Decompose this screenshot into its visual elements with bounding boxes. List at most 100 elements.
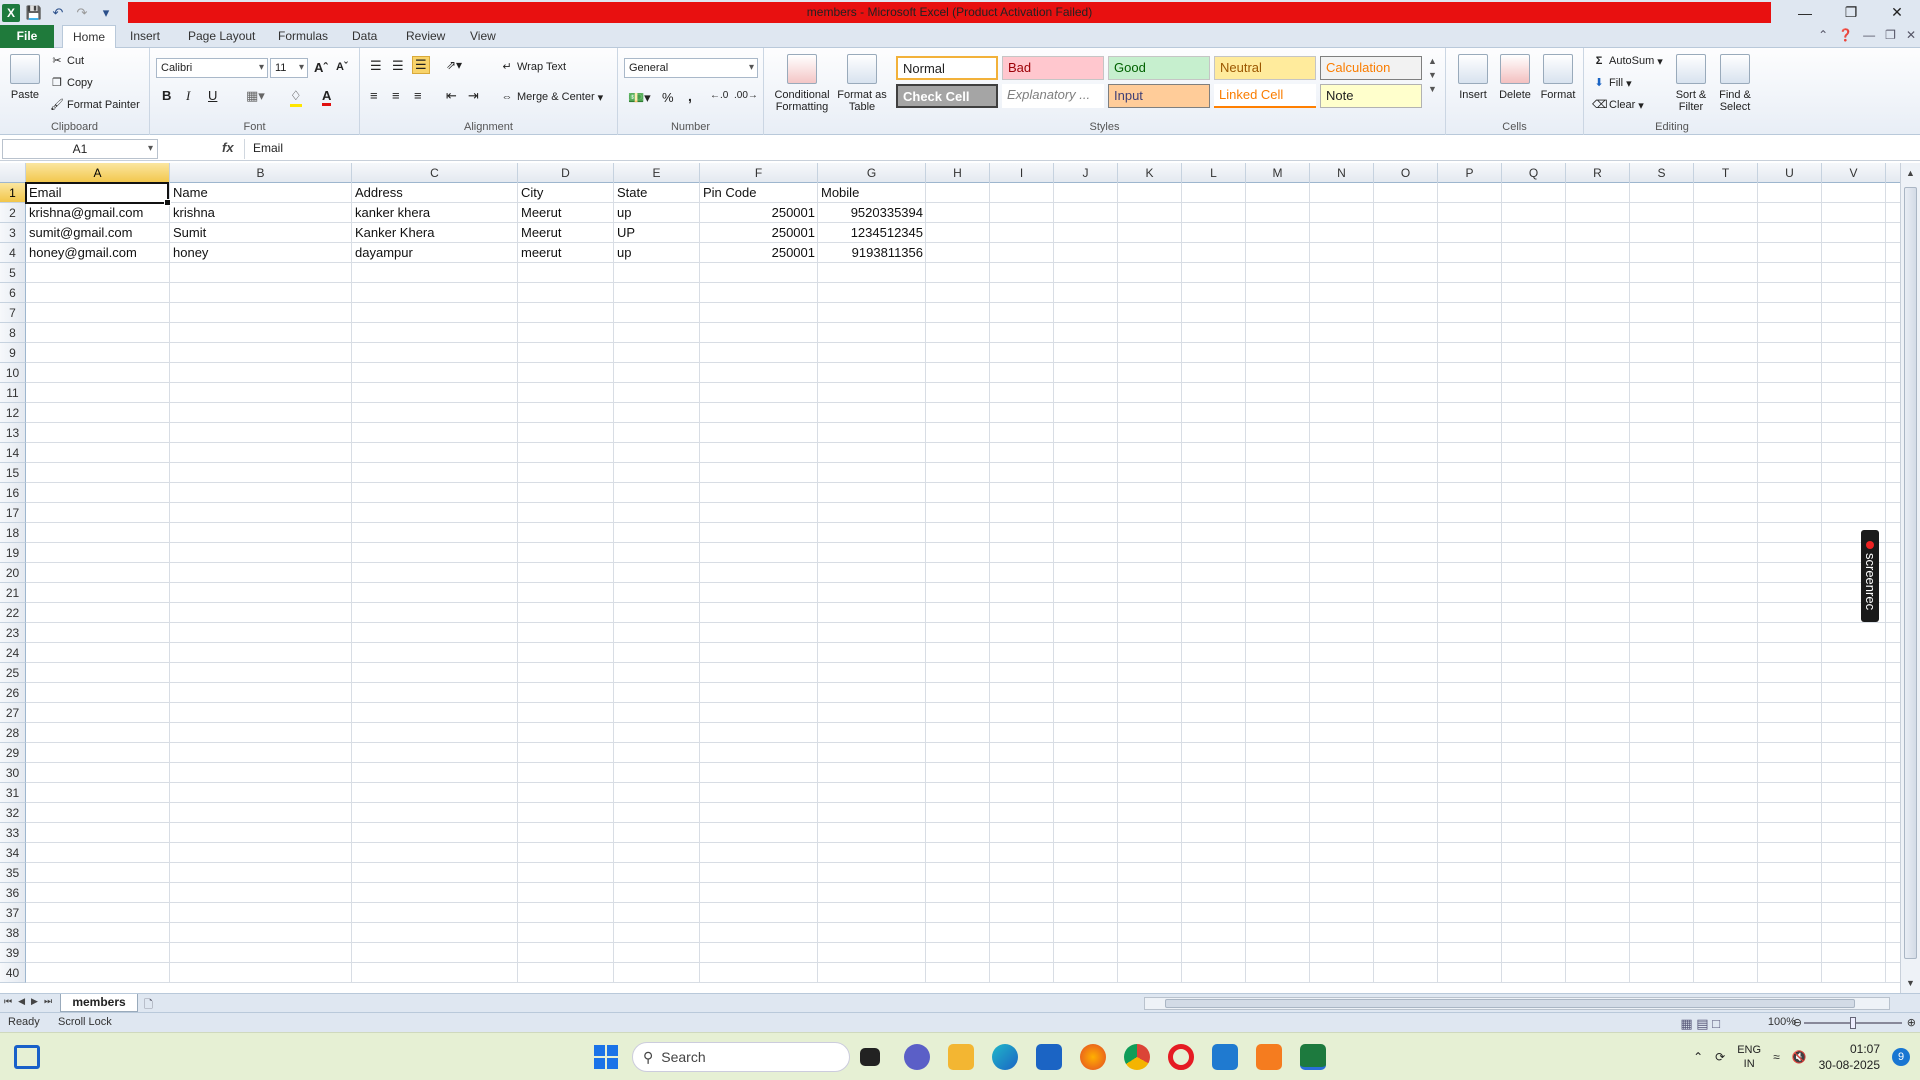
font-name-select[interactable]: Calibri [156, 58, 268, 78]
autosum-button[interactable]: Σ AutoSum ▾ [1592, 54, 1663, 68]
style-neutral[interactable]: Neutral [1214, 56, 1316, 80]
shrink-font-icon[interactable]: Aˇ [336, 61, 348, 73]
align-bottom-icon[interactable]: ☰ [412, 56, 430, 74]
data-cell[interactable]: UP [614, 223, 700, 243]
header-cell[interactable]: State [614, 183, 700, 203]
header-cell[interactable]: Pin Code [700, 183, 818, 203]
fill-button[interactable]: ⬇ Fill ▾ [1592, 76, 1631, 90]
style-note[interactable]: Note [1320, 84, 1422, 108]
speaker-muted-icon[interactable]: 🔇 [1792, 1050, 1807, 1064]
column-header[interactable]: F [700, 163, 818, 183]
underline-button[interactable]: U [208, 88, 217, 103]
clock[interactable]: 01:07 30-08-2025 [1819, 1041, 1880, 1073]
style-bad[interactable]: Bad [1002, 56, 1104, 80]
file-explorer-icon[interactable] [948, 1044, 974, 1070]
style-good[interactable]: Good [1108, 56, 1210, 80]
scroll-up-icon[interactable]: ▲ [1904, 167, 1917, 179]
style-calculation[interactable]: Calculation [1320, 56, 1422, 80]
increase-decimal-icon[interactable]: ←.0 [710, 90, 728, 101]
number-format-select[interactable]: General [624, 58, 758, 78]
undo-icon[interactable]: ↶ [48, 3, 68, 23]
row-header[interactable]: 8 [0, 323, 26, 343]
data-cell[interactable]: 250001 [700, 243, 818, 263]
currency-icon[interactable]: 💵▾ [628, 90, 651, 106]
style-normal[interactable]: Normal [896, 56, 998, 80]
row-header[interactable]: 22 [0, 603, 26, 623]
prev-sheet-icon[interactable]: ◀ [18, 996, 25, 1007]
grow-font-icon[interactable]: Aˆ [314, 60, 328, 75]
windows-start-icon[interactable] [594, 1045, 618, 1069]
data-cell[interactable]: honey@gmail.com [26, 243, 170, 263]
decrease-decimal-icon[interactable]: .00→ [734, 90, 758, 101]
row-header[interactable]: 1 [0, 183, 26, 203]
vertical-scroll-thumb[interactable] [1904, 187, 1917, 959]
column-header[interactable]: Q [1502, 163, 1566, 183]
row-header[interactable]: 15 [0, 463, 26, 483]
column-header[interactable]: E [614, 163, 700, 183]
row-header[interactable]: 12 [0, 403, 26, 423]
wifi-icon[interactable]: ≈ [1773, 1050, 1780, 1064]
sync-icon[interactable]: ⟳ [1715, 1050, 1725, 1064]
comma-button[interactable]: , [688, 88, 692, 104]
column-header[interactable]: G [818, 163, 926, 183]
minimize-ribbon-icon[interactable]: ⌃ [1818, 28, 1828, 42]
opera-icon[interactable] [1168, 1044, 1194, 1070]
minimize-icon[interactable]: — [1782, 0, 1828, 25]
row-header[interactable]: 4 [0, 243, 26, 263]
data-cell[interactable]: krishna@gmail.com [26, 203, 170, 223]
percent-button[interactable]: % [662, 90, 674, 105]
italic-button[interactable]: I [186, 88, 190, 104]
row-header[interactable]: 7 [0, 303, 26, 323]
row-header[interactable]: 27 [0, 703, 26, 723]
row-header[interactable]: 38 [0, 923, 26, 943]
xampp-icon[interactable] [1256, 1044, 1282, 1070]
row-header[interactable]: 19 [0, 543, 26, 563]
row-header[interactable]: 20 [0, 563, 26, 583]
notification-badge[interactable]: 9 [1892, 1048, 1910, 1066]
doc-close-icon[interactable]: ✕ [1906, 28, 1916, 42]
taskbar-search[interactable]: ⚲ Search [632, 1042, 850, 1072]
tab-home[interactable]: Home [62, 25, 117, 49]
row-header[interactable]: 14 [0, 443, 26, 463]
data-cell[interactable]: dayampur [352, 243, 518, 263]
data-cell[interactable]: 9193811356 [818, 243, 926, 263]
teams-chat-icon[interactable] [904, 1044, 930, 1070]
doc-restore-icon[interactable]: ❐ [1885, 28, 1896, 42]
row-header[interactable]: 33 [0, 823, 26, 843]
column-header[interactable]: D [518, 163, 614, 183]
column-header[interactable]: H [926, 163, 990, 183]
data-cell[interactable]: Kanker Khera [352, 223, 518, 243]
column-header[interactable]: O [1374, 163, 1438, 183]
view-buttons-icon[interactable]: ▦ ▤ □ [1680, 1016, 1720, 1032]
customize-qat-icon[interactable]: ▾ [96, 3, 116, 23]
formula-input[interactable]: Email [244, 139, 1904, 159]
zoom-slider-knob[interactable] [1850, 1017, 1856, 1029]
row-header[interactable]: 24 [0, 643, 26, 663]
bold-button[interactable]: B [162, 88, 171, 103]
doc-minimize-icon[interactable]: — [1863, 28, 1875, 42]
row-header[interactable]: 16 [0, 483, 26, 503]
align-right-icon[interactable]: ≡ [414, 88, 422, 103]
next-sheet-icon[interactable]: ▶ [31, 996, 38, 1007]
data-cell[interactable]: Meerut [518, 203, 614, 223]
data-cell[interactable]: meerut [518, 243, 614, 263]
style-input[interactable]: Input [1108, 84, 1210, 108]
language-indicator[interactable]: ENG IN [1737, 1043, 1761, 1071]
data-cell[interactable]: krishna [170, 203, 352, 223]
sheet-tab-members[interactable]: members [60, 994, 138, 1012]
column-header[interactable]: S [1630, 163, 1694, 183]
column-header[interactable]: U [1758, 163, 1822, 183]
column-header[interactable]: M [1246, 163, 1310, 183]
first-sheet-icon[interactable]: ⏮ [4, 996, 12, 1007]
firefox-icon[interactable] [1080, 1044, 1106, 1070]
row-header[interactable]: 6 [0, 283, 26, 303]
column-header[interactable]: K [1118, 163, 1182, 183]
tab-review[interactable]: Review [396, 25, 455, 48]
data-cell[interactable]: sumit@gmail.com [26, 223, 170, 243]
fill-color-icon[interactable]: ♢ [290, 88, 302, 107]
format-painter-button[interactable]: 🖌 Format Painter [50, 98, 140, 112]
row-header[interactable]: 3 [0, 223, 26, 243]
tab-view[interactable]: View [460, 25, 506, 48]
select-all-corner[interactable] [0, 163, 26, 183]
tab-formulas[interactable]: Formulas [268, 25, 338, 48]
